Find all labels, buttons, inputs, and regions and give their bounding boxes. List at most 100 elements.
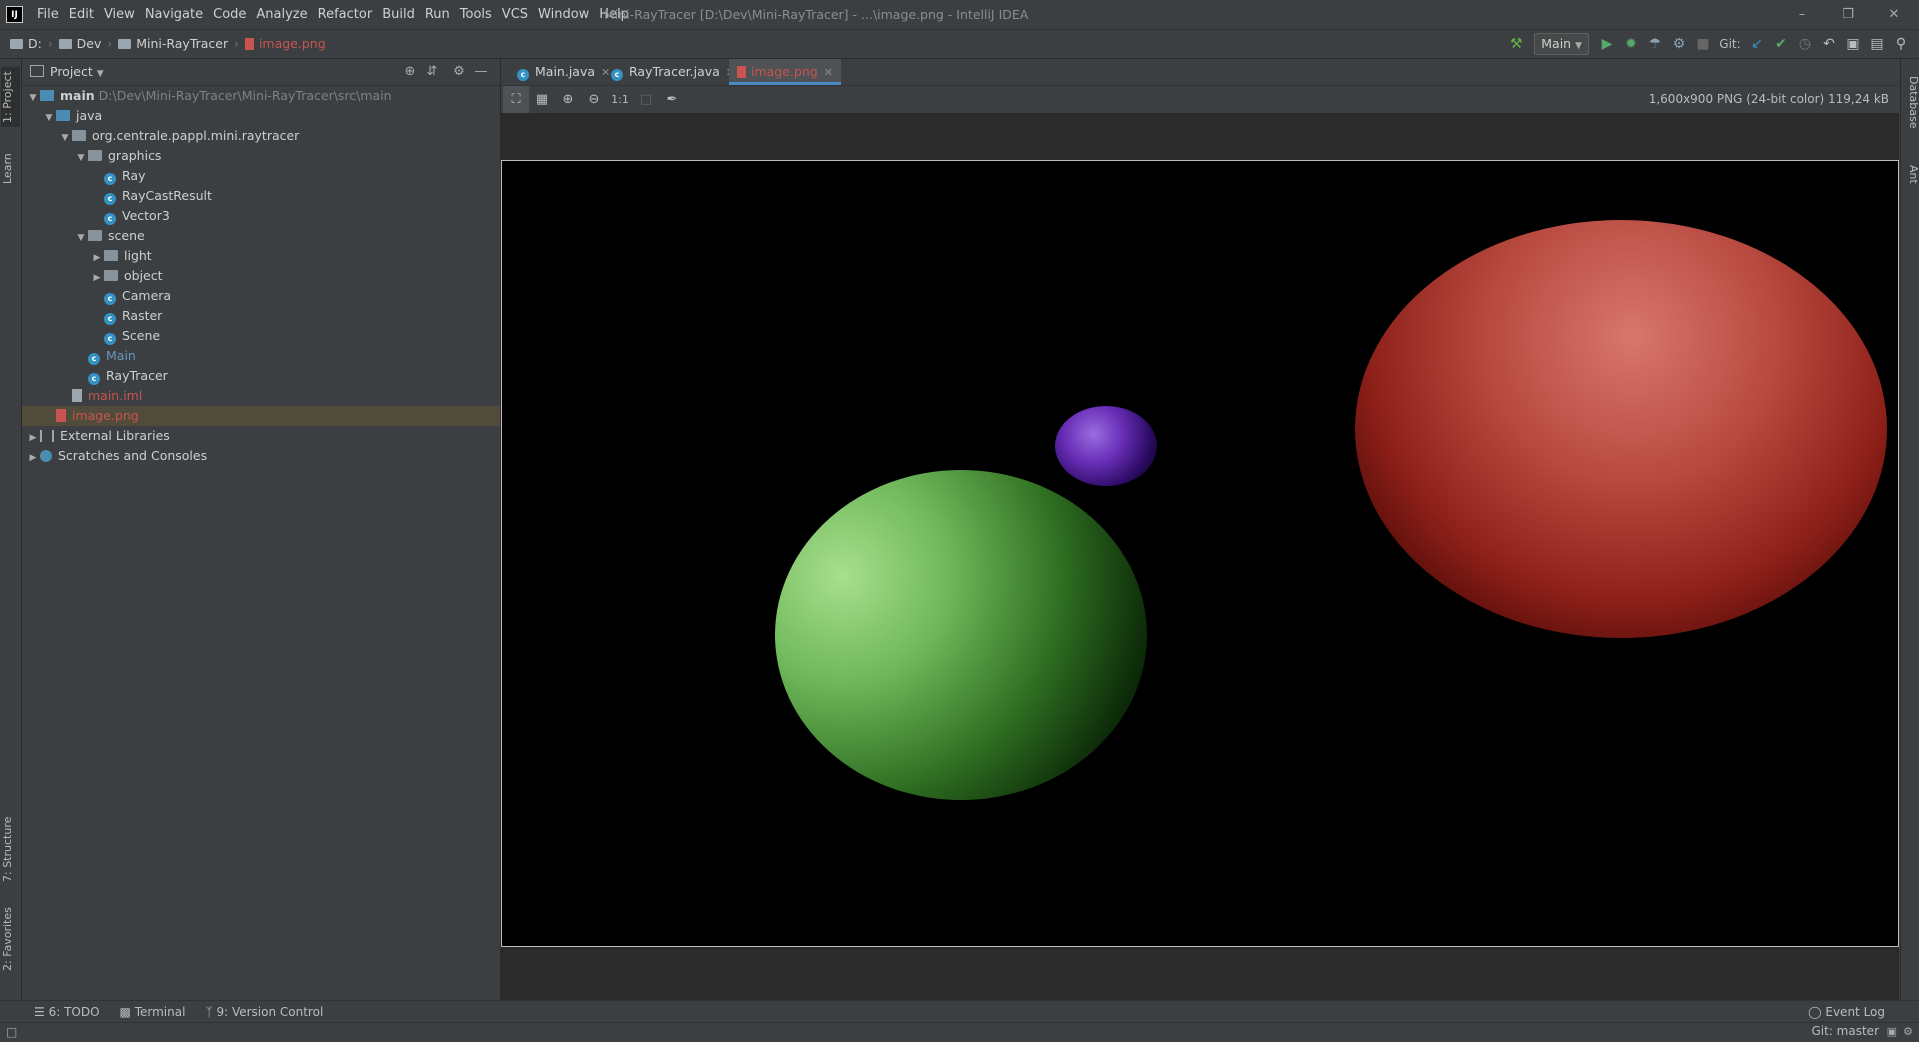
collapse-all-icon[interactable]: ⇵	[421, 59, 443, 85]
hide-icon[interactable]: —	[470, 59, 492, 85]
breadcrumb-item[interactable]: D:	[6, 30, 46, 58]
menu-window[interactable]: Window	[533, 0, 594, 29]
grid-icon[interactable]: ▦	[529, 86, 555, 113]
locate-icon[interactable]: ⊕	[399, 59, 421, 85]
rollback-icon[interactable]: ↶	[1817, 30, 1841, 58]
tree-item[interactable]: ▼ org.centrale.pappl.mini.raytracer	[22, 126, 500, 146]
memory-indicator-icon[interactable]: ⚙	[1903, 1022, 1913, 1041]
profile-icon[interactable]: ⚙	[1667, 30, 1691, 58]
learn-tool-tab[interactable]: Learn	[1, 149, 20, 189]
tree-item[interactable]: c Ray	[22, 166, 500, 186]
tree-item-label: org.centrale.pappl.mini.raytracer	[92, 128, 300, 143]
tree-item[interactable]: ▼ scene	[22, 226, 500, 246]
tree-item[interactable]: c Main	[22, 346, 500, 366]
chevron-down-icon[interactable]: ▼	[74, 148, 88, 168]
tree-item[interactable]: ▶ light	[22, 246, 500, 266]
tab-main-java[interactable]: c Main.java ✕	[509, 59, 618, 85]
favorites-tool-tab[interactable]: 2: Favorites	[1, 904, 20, 974]
menu-file[interactable]: File	[32, 0, 64, 29]
run-icon[interactable]: ▶	[1595, 30, 1619, 58]
menu-navigate[interactable]: Navigate	[140, 0, 208, 29]
debug-icon[interactable]: ✹	[1619, 30, 1643, 58]
git-update-icon[interactable]: ↙	[1745, 30, 1769, 58]
breadcrumb-item[interactable]: image.png	[241, 30, 330, 58]
tree-item[interactable]: ▼ graphics	[22, 146, 500, 166]
chevron-down-icon[interactable]: ▼	[58, 128, 72, 148]
package-icon	[88, 150, 102, 161]
menu-analyze[interactable]: Analyze	[251, 0, 312, 29]
gear-icon[interactable]: ⚙	[448, 59, 470, 85]
menu-build[interactable]: Build	[377, 0, 420, 29]
zoom-in-icon[interactable]: ⊕	[555, 86, 581, 113]
background-icon[interactable]: □	[633, 86, 659, 113]
fit-zoom-icon[interactable]: ⛶	[503, 86, 529, 113]
tree-item-label: light	[124, 248, 152, 263]
menu-vcs[interactable]: VCS	[497, 0, 533, 29]
version-control-tool-button[interactable]: ᛉ 9: Version Control	[195, 1001, 333, 1023]
tree-item[interactable]: c Vector3	[22, 206, 500, 226]
stop-icon[interactable]: ■	[1691, 30, 1715, 58]
git-commit-icon[interactable]: ✔	[1769, 30, 1793, 58]
tree-item[interactable]: ▼ main D:\Dev\Mini-RayTracer\Mini-RayTrace…	[22, 86, 500, 106]
search-icon[interactable]: ⚲	[1889, 30, 1913, 58]
zoom-out-icon[interactable]: ⊖	[581, 86, 607, 113]
tree-item[interactable]: c Scene	[22, 326, 500, 346]
chevron-right-icon[interactable]: ▶	[90, 248, 104, 268]
chevron-right-icon[interactable]: ▶	[90, 268, 104, 288]
breadcrumb-item[interactable]: Mini-RayTracer	[114, 30, 232, 58]
todo-tool-button[interactable]: ☰ 6: TODO	[24, 1001, 110, 1023]
chevron-down-icon[interactable]: ▼	[74, 228, 88, 248]
folder-icon	[118, 39, 132, 49]
menu-refactor[interactable]: Refactor	[313, 0, 378, 29]
color-picker-icon[interactable]: ✒	[659, 86, 685, 113]
menu-code[interactable]: Code	[208, 0, 251, 29]
tool-windows-icon[interactable]: □	[6, 1023, 17, 1042]
class-icon: c	[88, 373, 100, 385]
actual-size-button[interactable]: 1:1	[607, 86, 633, 113]
tree-item[interactable]: ▶ Scratches and Consoles	[22, 446, 500, 466]
tree-item[interactable]: c RayCastResult	[22, 186, 500, 206]
project-view-selector[interactable]: Project ▼	[30, 59, 104, 85]
chevron-down-icon[interactable]: ▼	[42, 108, 56, 128]
tree-item[interactable]: ▼ java	[22, 106, 500, 126]
tree-item[interactable]: c Raster	[22, 306, 500, 326]
event-log-button[interactable]: ◯ Event Log	[1798, 1001, 1895, 1023]
chevron-right-icon[interactable]: ▶	[26, 448, 40, 468]
layout-icon[interactable]: ▤	[1865, 30, 1889, 58]
tree-item[interactable]: c Camera	[22, 286, 500, 306]
tab-label: Main.java	[535, 64, 596, 79]
tree-item-label: java	[76, 108, 103, 123]
coverage-icon[interactable]: ☂	[1643, 30, 1667, 58]
terminal-tool-button[interactable]: ▩ Terminal	[110, 1001, 196, 1023]
restore-icon[interactable]: ❐	[1825, 0, 1871, 29]
git-branch-widget[interactable]: Git: master	[1811, 1022, 1879, 1041]
breadcrumb-item[interactable]: Dev	[55, 30, 106, 58]
class-icon: c	[104, 193, 116, 205]
project-tool-tab[interactable]: 1: Project	[1, 67, 20, 127]
chevron-right-icon: ›	[107, 37, 113, 51]
chevron-right-icon[interactable]: ▶	[26, 428, 40, 448]
chevron-down-icon[interactable]: ▼	[26, 88, 40, 108]
ant-tool-tab[interactable]: Ant	[1901, 154, 1919, 194]
minimize-icon[interactable]: –	[1779, 0, 1825, 29]
structure-tool-tab[interactable]: 7: Structure	[1, 814, 20, 884]
menu-run[interactable]: Run	[420, 0, 455, 29]
tree-item[interactable]: ▶ object	[22, 266, 500, 286]
project-structure-icon[interactable]: ▣	[1841, 30, 1865, 58]
run-configuration-select[interactable]: Main ▼	[1534, 33, 1589, 55]
close-icon[interactable]: ✕	[824, 66, 833, 79]
database-tool-tab[interactable]: Database	[1901, 67, 1919, 137]
menu-tools[interactable]: Tools	[455, 0, 497, 29]
tree-item[interactable]: c RayTracer	[22, 366, 500, 386]
tree-item[interactable]: ▶ External Libraries	[22, 426, 500, 446]
lock-icon[interactable]: ▣	[1887, 1022, 1897, 1041]
tree-item[interactable]: image.png	[22, 406, 500, 426]
tab-image-png[interactable]: image.png ✕	[729, 59, 841, 85]
git-history-icon[interactable]: ◷	[1793, 30, 1817, 58]
menu-edit[interactable]: Edit	[64, 0, 99, 29]
menu-view[interactable]: View	[99, 0, 140, 29]
close-icon[interactable]: ✕	[1871, 0, 1917, 29]
tree-item[interactable]: main.iml	[22, 386, 500, 406]
tab-raytracer-java[interactable]: cRayTracer.java✕	[603, 59, 743, 85]
build-hammer-icon[interactable]: ⚒	[1504, 30, 1528, 58]
